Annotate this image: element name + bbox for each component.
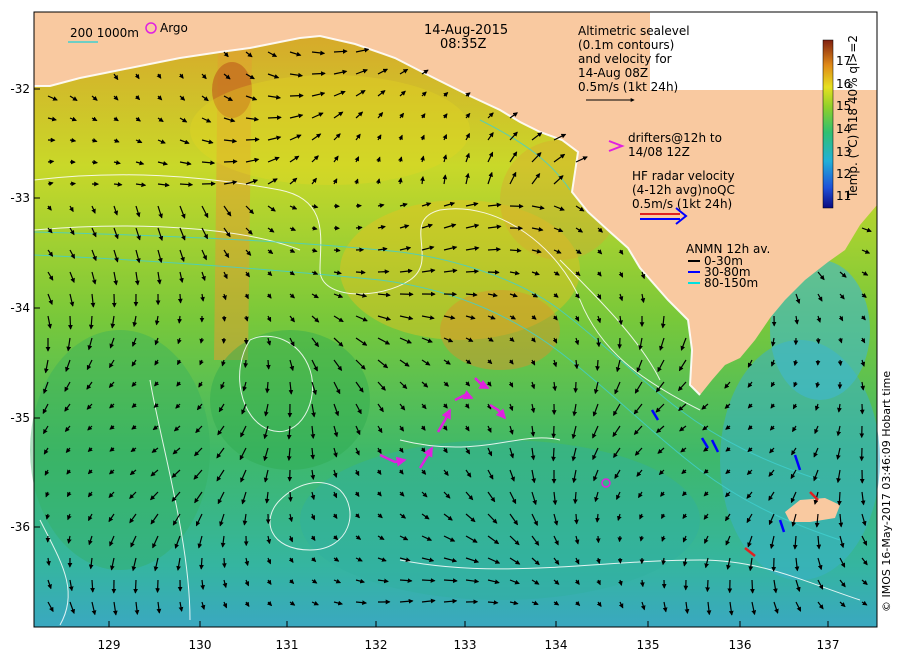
drifters-legend-line-1: drifters@12h to <box>628 131 722 145</box>
velocity-arrow <box>487 269 500 275</box>
velocity-arrow <box>311 71 326 76</box>
map-date: 14-Aug-2015 <box>424 23 509 38</box>
velocity-arrow <box>815 337 821 345</box>
velocity-arrow <box>221 557 227 569</box>
velocity-arrow <box>421 578 436 583</box>
altimetric-legend-line-5: 0.5m/s (1kt 24h) <box>578 80 679 94</box>
velocity-arrow <box>47 159 55 165</box>
lat-tick-label: -35 <box>10 411 30 425</box>
velocity-arrow <box>509 248 522 253</box>
velocity-arrow <box>133 579 138 594</box>
velocity-arrow <box>487 600 499 605</box>
anmn-legend-item-3: 80-150m <box>704 276 759 290</box>
velocity-arrow <box>223 159 238 164</box>
velocity-arrow <box>595 535 601 544</box>
velocity-arrow <box>837 491 842 506</box>
lon-tick-label: 129 <box>97 638 121 652</box>
velocity-arrow <box>265 359 271 370</box>
velocity-arrow <box>155 579 161 593</box>
drifters-legend-line-2: 14/08 12Z <box>628 145 690 159</box>
colorbar-label: Temp. (°C) n18 40% ql>=2 <box>846 34 860 198</box>
velocity-arrow <box>551 447 556 462</box>
velocity-arrow <box>113 181 123 187</box>
lon-tick-label: 135 <box>636 638 660 652</box>
velocity-arrow <box>243 337 249 345</box>
lat-tick-label: -36 <box>10 520 30 534</box>
velocity-arrow <box>595 359 600 371</box>
velocity-arrow <box>288 491 293 502</box>
velocity-arrow <box>487 247 501 252</box>
lon-tick-label: 134 <box>544 638 568 652</box>
velocity-arrow <box>355 225 363 231</box>
lon-tick-label: 137 <box>816 638 840 652</box>
argo-legend-label: Argo <box>160 21 188 35</box>
velocity-arrow <box>69 181 76 187</box>
altimetric-legend-line-1: Altimetric sealevel <box>578 24 690 38</box>
velocity-arrow <box>617 557 623 564</box>
velocity-arrow <box>221 315 227 322</box>
velocity-arrow <box>177 315 183 324</box>
velocity-arrow <box>573 381 579 393</box>
velocity-arrow <box>750 579 755 594</box>
hf-radar-legend-line-3: 0.5m/s (1kt 24h) <box>632 197 733 211</box>
lon-tick-label: 130 <box>188 638 212 652</box>
velocity-arrow <box>245 137 260 142</box>
lon-tick-label: 133 <box>453 638 477 652</box>
map-time: 08:35Z <box>440 37 487 52</box>
velocity-arrow <box>617 535 623 543</box>
velocity-arrow <box>465 269 479 274</box>
velocity-arrow <box>91 159 98 165</box>
lat-tick-label: -32 <box>10 82 30 96</box>
lat-tick-label: -34 <box>10 301 30 315</box>
velocity-arrow <box>179 182 194 187</box>
velocity-arrow <box>68 315 73 330</box>
velocity-arrow <box>243 359 249 368</box>
velocity-arrow <box>177 293 183 304</box>
velocity-arrow <box>574 513 579 525</box>
velocity-arrow <box>705 579 711 593</box>
altimetric-legend-line-4: 14-Aug 08Z <box>578 66 649 80</box>
lon-tick-label: 136 <box>728 638 752 652</box>
velocity-arrow <box>289 93 304 99</box>
hf-radar-legend-line-1: HF radar velocity <box>632 169 735 183</box>
lon-tick-label: 132 <box>364 638 388 652</box>
velocity-arrow <box>837 359 843 367</box>
hf-radar-legend-line-2: (4-12h avg)noQC <box>632 183 735 197</box>
velocity-arrow <box>333 247 341 253</box>
velocity-arrow <box>199 557 204 570</box>
sst-map <box>30 11 880 628</box>
lon-tick-label: 131 <box>275 638 299 652</box>
velocity-arrow <box>333 49 348 54</box>
velocity-arrow <box>617 337 623 349</box>
velocity-arrow <box>355 269 366 275</box>
lat-tick-label: -33 <box>10 191 30 205</box>
colorbar <box>822 39 834 209</box>
velocity-arrow <box>377 269 390 275</box>
copyright-text: © IMOS 16-May-2017 03:46:09 Hobart time <box>880 370 893 612</box>
isobath-legend-label: 200 1000m <box>70 26 139 40</box>
altimetric-legend-line-2: (0.1m contours) <box>578 38 675 52</box>
altimetric-legend-line-3: and velocity for <box>578 52 672 66</box>
velocity-arrow <box>90 579 95 593</box>
velocity-arrow <box>551 425 557 439</box>
velocity-arrow <box>267 115 282 120</box>
